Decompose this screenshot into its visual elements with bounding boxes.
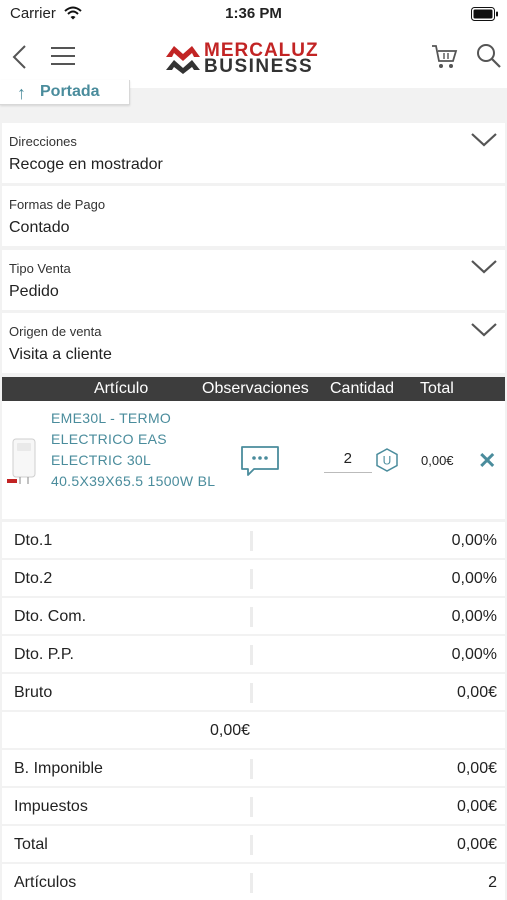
field-origen-de-venta[interactable]: Origen de venta Visita a cliente [2,313,505,373]
totals-value: 0,00% [451,570,497,587]
totals-row-dto2: Dto.2 0,00% [2,560,505,596]
totals-value: 0,00€ [456,836,497,853]
product-description-link[interactable]: EME30L - TERMO ELECTRICO EAS ELECTRIC 30… [51,408,221,492]
column-divider [250,797,253,817]
column-header-total: Total [420,380,454,397]
column-header-observaciones: Observaciones [202,380,309,397]
totals-row-base-imponible: B. Imponible 0,00€ [2,750,505,786]
totals-label: Bruto [14,684,53,701]
column-divider [250,835,253,855]
line-total: 0,00€ [421,453,454,468]
totals-row-total: Total 0,00€ [2,826,505,862]
unit-label: U [383,454,392,468]
clock: 1:36 PM [225,5,282,22]
app-header: MERCALUZ BUSINESS [0,28,507,88]
column-divider [250,645,253,665]
quantity-value: 2 [343,450,352,467]
up-arrow-icon: ↑ [17,83,26,103]
battery-icon [471,7,499,25]
items-table-header: Artículo Observaciones Cantidad Total [2,377,505,401]
totals-label: Total [14,836,48,853]
column-divider [250,873,253,893]
chevron-down-icon[interactable] [470,258,498,281]
table-row: EME30L - TERMO ELECTRICO EAS ELECTRIC 30… [2,401,505,519]
unit-badge[interactable]: U [374,447,400,478]
chevron-down-icon[interactable] [470,321,498,344]
column-divider [250,531,253,551]
totals-row-dto1: Dto.1 0,00% [2,522,505,558]
totals-value: 0,00% [451,608,497,625]
chevron-down-icon[interactable] [470,131,498,154]
totals-value: 0,00% [451,646,497,663]
totals-label: Dto. Com. [14,608,87,625]
field-direcciones[interactable]: Direcciones Recoge en mostrador [2,123,505,183]
field-label: Tipo Venta [9,261,71,276]
field-value: Visita a cliente [9,346,112,363]
totals-value: 2 [488,874,497,891]
totals-center-value: 0,00€ [210,722,251,739]
totals-label: Impuestos [14,798,88,815]
breadcrumb-portada[interactable]: ↑ Portada [0,80,130,105]
column-divider [250,683,253,703]
column-header-cantidad: Cantidad [330,380,395,397]
totals-value: 0,00€ [456,684,497,701]
totals-row-impuestos: Impuestos 0,00€ [2,788,505,824]
totals-value: 0,00€ [456,760,497,777]
column-divider [250,607,253,627]
field-value: Recoge en mostrador [9,156,163,173]
column-header-articulo: Artículo [94,380,149,397]
field-tipo-venta[interactable]: Tipo Venta Pedido [2,250,505,310]
search-icon[interactable] [476,43,502,74]
field-label: Origen de venta [9,324,102,339]
column-divider [250,569,253,589]
totals-label: Dto. P.P. [14,646,74,663]
back-arrow-icon[interactable] [10,44,30,75]
totals-label: B. Imponible [14,760,103,777]
totals-row-dto-pp: Dto. P.P. 0,00% [2,636,505,672]
product-thumbnail[interactable] [7,438,41,493]
totals-row-subtotal: 0,00€ [2,712,505,748]
totals-label: Dto.1 [14,532,53,549]
logo-text-business: BUSINESS [204,56,314,77]
field-label: Direcciones [9,134,77,149]
remove-item-icon[interactable]: ✕ [478,448,496,474]
column-divider [250,759,253,779]
observations-icon[interactable] [240,445,280,482]
totals-value: 0,00% [451,532,497,549]
status-bar: Carrier 1:36 PM [0,0,507,28]
cart-icon[interactable] [430,43,458,76]
totals-value: 0,00€ [456,798,497,815]
quantity-input[interactable]: 2 [324,448,372,473]
breadcrumb-label: Portada [40,83,100,100]
totals-label: Artículos [14,874,77,891]
totals-row-dto-com: Dto. Com. 0,00% [2,598,505,634]
totals-label: Dto.2 [14,570,53,587]
field-value: Contado [9,219,70,236]
totals-row-articulos: Artículos 2 [2,864,505,900]
field-value: Pedido [9,283,59,300]
field-formas-de-pago[interactable]: Formas de Pago Contado [2,186,505,246]
totals-row-bruto: Bruto 0,00€ [2,674,505,710]
field-label: Formas de Pago [9,197,106,212]
hamburger-menu-icon[interactable] [50,46,76,71]
